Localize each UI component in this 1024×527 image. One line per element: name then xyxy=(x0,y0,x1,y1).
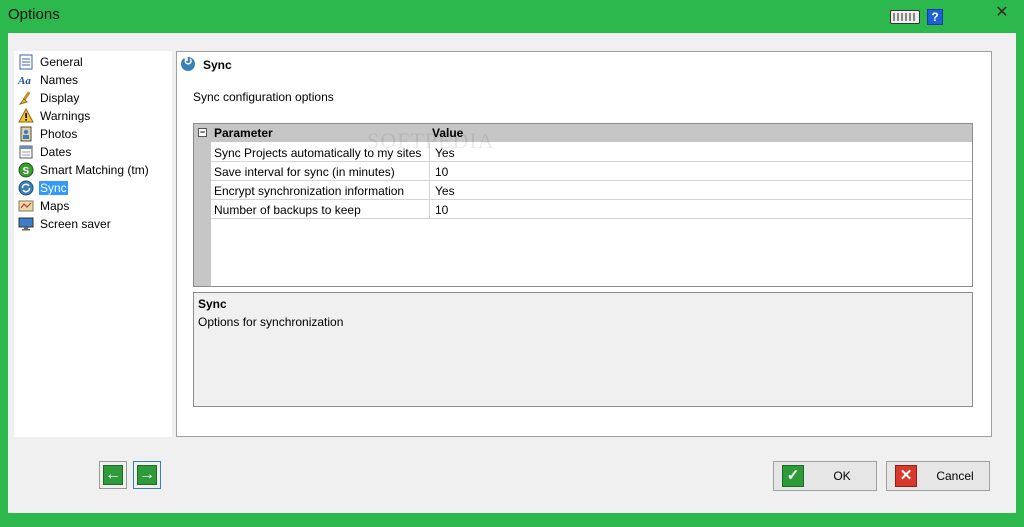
watermark: SOFTPEDIA xyxy=(367,128,495,153)
check-icon: ✓ xyxy=(782,465,804,487)
forward-button[interactable]: → xyxy=(133,461,161,489)
dates-icon xyxy=(18,144,34,160)
settings-panel: Sync Sync configuration options − Parame… xyxy=(176,51,992,437)
grid-row[interactable]: Sync Projects automatically to my sites … xyxy=(211,143,972,162)
general-icon xyxy=(18,54,34,70)
keyboard-icon[interactable] xyxy=(890,10,920,24)
sidebar-item-general[interactable]: General xyxy=(18,53,84,70)
sidebar-item-warnings[interactable]: Warnings xyxy=(18,107,91,124)
dialog-client-area: General Aa Names Display Warnings Photos… xyxy=(8,33,1016,513)
sync-icon xyxy=(18,180,34,196)
warning-icon xyxy=(18,107,34,124)
sidebar-item-label: Smart Matching (tm) xyxy=(40,162,149,177)
sidebar-item-label: Names xyxy=(40,72,79,87)
sidebar-item-label: Sync xyxy=(39,180,68,195)
help-icon[interactable]: ? xyxy=(927,9,943,25)
screen-saver-icon xyxy=(18,216,34,232)
column-divider xyxy=(429,162,430,181)
sidebar-item-photos[interactable]: Photos xyxy=(18,125,78,142)
sidebar-item-label: Maps xyxy=(40,198,70,213)
window-title: Options xyxy=(8,6,60,23)
collapse-icon[interactable]: − xyxy=(198,128,207,137)
svg-text:S: S xyxy=(23,166,30,177)
sidebar-item-label: Screen saver xyxy=(40,216,111,231)
back-button[interactable]: ← xyxy=(99,461,127,489)
description-title: Sync xyxy=(198,297,227,311)
panel-description: Sync configuration options xyxy=(193,90,334,104)
options-window: Options ? ✕ General Aa Names Display War… xyxy=(0,0,1024,527)
sidebar-item-label: General xyxy=(40,54,83,69)
parameter-cell: Encrypt synchronization information xyxy=(214,184,405,198)
sidebar-item-label: Dates xyxy=(40,144,72,159)
grid-header: − Parameter Value xyxy=(194,124,972,142)
arrow-right-icon: → xyxy=(137,465,157,485)
cancel-button[interactable]: ✕ Cancel xyxy=(886,461,990,491)
value-cell[interactable]: 10 xyxy=(435,203,448,217)
grid-gutter xyxy=(194,124,211,286)
close-icon[interactable]: ✕ xyxy=(990,4,1014,22)
maps-icon xyxy=(18,198,34,214)
svg-text:Aa: Aa xyxy=(18,75,31,87)
grid-row[interactable]: Save interval for sync (in minutes) 10 xyxy=(211,162,972,181)
column-divider xyxy=(429,181,430,200)
grid-row[interactable]: Number of backups to keep 10 xyxy=(211,200,972,219)
arrow-left-icon: ← xyxy=(103,465,123,485)
names-icon: Aa xyxy=(17,72,34,88)
options-category-tree[interactable]: General Aa Names Display Warnings Photos… xyxy=(14,51,172,437)
sidebar-item-dates[interactable]: Dates xyxy=(18,143,72,160)
parameter-cell: Save interval for sync (in minutes) xyxy=(214,165,395,179)
sidebar-item-names[interactable]: Aa Names xyxy=(17,71,79,88)
sidebar-item-label: Warnings xyxy=(40,108,91,123)
parameter-cell: Number of backups to keep xyxy=(214,203,361,217)
sidebar-item-label: Photos xyxy=(40,126,78,141)
grid-row[interactable]: Encrypt synchronization information Yes xyxy=(211,181,972,200)
sidebar-item-screen-saver[interactable]: Screen saver xyxy=(18,215,112,232)
smart-matching-icon: S xyxy=(18,162,34,178)
photos-icon xyxy=(18,126,34,142)
sidebar-item-sync[interactable]: Sync xyxy=(18,179,68,196)
cancel-label: Cancel xyxy=(936,469,974,483)
description-text: Options for synchronization xyxy=(198,315,344,329)
column-divider xyxy=(429,200,430,219)
display-icon xyxy=(18,90,34,106)
column-header-parameter: Parameter xyxy=(214,126,273,140)
sidebar-item-maps[interactable]: Maps xyxy=(18,197,70,214)
sidebar-item-smart-matching[interactable]: S Smart Matching (tm) xyxy=(18,161,150,178)
title-bar[interactable]: Options ? ✕ xyxy=(0,0,1024,32)
ok-button[interactable]: ✓ OK xyxy=(773,461,877,491)
ok-label: OK xyxy=(833,469,851,483)
cross-icon: ✕ xyxy=(895,465,917,487)
value-cell[interactable]: 10 xyxy=(435,165,448,179)
value-cell[interactable]: Yes xyxy=(435,184,455,198)
sync-icon xyxy=(181,55,195,71)
sidebar-item-label: Display xyxy=(40,90,80,105)
panel-title: Sync xyxy=(203,58,232,72)
sidebar-item-display[interactable]: Display xyxy=(18,89,80,106)
description-box: Sync Options for synchronization xyxy=(193,292,973,407)
property-grid[interactable]: − Parameter Value Sync Projects automati… xyxy=(193,123,973,287)
